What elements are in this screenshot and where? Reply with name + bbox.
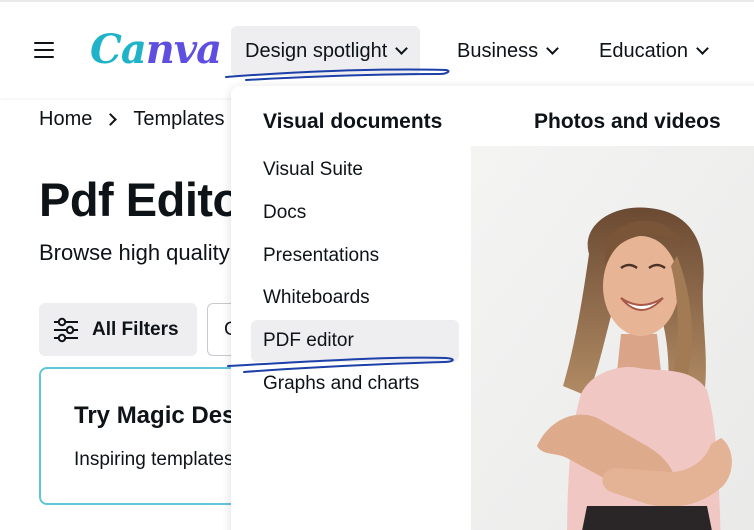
breadcrumb-home[interactable]: Home	[39, 108, 92, 130]
chevron-down-icon	[696, 42, 709, 55]
nav-design-spotlight[interactable]: Design spotlight	[231, 26, 421, 76]
nav-education-label: Education	[599, 40, 688, 62]
smiling-woman-image	[471, 146, 754, 530]
menu-item-visual-suite[interactable]: Visual Suite	[251, 149, 459, 191]
photos-videos-heading: Photos and videos	[534, 110, 721, 133]
breadcrumb-templates[interactable]: Templates	[133, 108, 224, 130]
hamburger-icon[interactable]	[34, 40, 54, 60]
nav-design-spotlight-label: Design spotlight	[245, 40, 388, 62]
nav-business[interactable]: Business	[443, 26, 571, 76]
chevron-right-icon	[104, 113, 118, 126]
chevron-down-icon	[395, 42, 409, 55]
spotlight-photo[interactable]	[471, 146, 754, 530]
nav-business-label: Business	[457, 40, 539, 62]
all-filters-button[interactable]: All Filters	[39, 303, 197, 356]
menu-item-graphs-charts[interactable]: Graphs and charts	[251, 363, 459, 405]
chevron-down-icon	[546, 42, 560, 55]
sliders-icon	[54, 317, 78, 343]
magic-design-subtitle: Inspiring templates	[74, 449, 234, 470]
breadcrumb: Home Templates	[39, 108, 225, 131]
design-spotlight-dropdown: Visual documents Photos and videos Visua…	[231, 86, 754, 530]
visual-documents-heading: Visual documents	[263, 110, 443, 133]
menu-item-docs[interactable]: Docs	[251, 192, 459, 234]
menu-item-pdf-editor[interactable]: PDF editor	[251, 320, 459, 362]
all-filters-label: All Filters	[92, 319, 179, 340]
nav-education[interactable]: Education	[585, 26, 721, 76]
menu-item-presentations[interactable]: Presentations	[251, 235, 459, 277]
page-title: Pdf Editor	[39, 173, 259, 226]
page-subtitle: Browse high quality	[39, 240, 230, 265]
canva-logo[interactable]: Canva	[90, 24, 222, 76]
menu-item-whiteboards[interactable]: Whiteboards	[251, 277, 459, 319]
top-navigation: Canva Design spotlight Business Educatio…	[0, 0, 754, 98]
